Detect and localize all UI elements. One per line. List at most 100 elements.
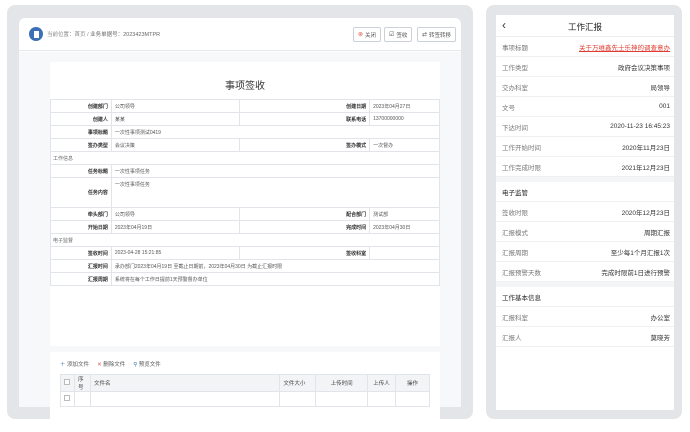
sign-button[interactable]: ☑ 签收 (384, 27, 413, 42)
row-key: 签收时限 (502, 209, 528, 217)
detail-row: 汇报科室 办公室 (496, 307, 674, 327)
detail-row: 工作类型 政府会议决策事项 (496, 57, 674, 77)
sign-mode-field[interactable]: 一次督办 (369, 138, 440, 152)
transfer-icon: ⇄ (422, 32, 428, 38)
section-work-info: 工作信息 (50, 151, 440, 165)
row-checkbox[interactable] (64, 395, 70, 401)
row-key: 汇报预警天数 (502, 269, 541, 277)
check-box-icon: ☑ (389, 32, 395, 38)
row-value: 至少每1个月汇报1次 (610, 249, 670, 257)
field-label: 创建部门 (50, 99, 112, 113)
attachment-table: 序号 文件名 文件大小 上传时间 上传人 操作 (60, 374, 430, 407)
row-key: 汇报科室 (502, 314, 528, 322)
form-paper: 事项签收 创建部门 公司领导 创建日期 2023年04月27日 创建人 某某 联… (50, 62, 441, 346)
sign-dept-field[interactable] (369, 246, 440, 260)
breadcrumb: 当前位置：首页 / 业务单据号：2023423MTPR (47, 32, 161, 38)
close-button[interactable]: ⊗ 关闭 (353, 27, 382, 42)
close-circle-icon: ⊗ (358, 32, 364, 38)
preview-file-button[interactable]: ⚲ 预览文件 (133, 360, 161, 368)
detail-row: 签收时限 2020年12月23日 (496, 202, 674, 222)
task-content-field[interactable]: 一次性事项任务 (110, 177, 441, 208)
add-file-button[interactable]: ＋ 添加文件 (60, 360, 89, 368)
row-key: 工作完成时限 (502, 164, 541, 172)
coop-dept-field[interactable]: 测试部 (369, 207, 440, 221)
row-link[interactable]: 关于万维鑫先士乐神的调查意办 (579, 42, 670, 52)
detail-row: 下达时间 2020-11-23 16:45:23 (496, 117, 674, 137)
transfer-button[interactable]: ⇄ 转签转移 (417, 27, 457, 42)
detail-list: 事项标题 关于万维鑫先士乐神的调查意办 工作类型 政府会议决策事项 交办科室 局领导 文号 0… (496, 37, 674, 177)
task-title-field[interactable]: 一次性事项任务 (110, 164, 441, 178)
field-label: 汇报周期 (50, 272, 112, 286)
col-header: 上传人 (367, 374, 397, 392)
field-label: 牵头部门 (50, 207, 112, 221)
row-key: 工作开始时间 (502, 144, 541, 152)
field-label: 任务标题 (50, 164, 112, 178)
col-header: 文件名 (89, 374, 281, 392)
delete-file-button[interactable]: ✕ 删除文件 (97, 360, 125, 368)
select-all-checkbox[interactable] (64, 379, 70, 385)
field-label: 签收科室 (239, 246, 371, 260)
document-icon (29, 27, 43, 41)
field-label: 签收时间 (50, 246, 112, 260)
section-e-supervision: 电子监管 (496, 182, 674, 202)
row-key: 下达时间 (502, 124, 528, 132)
row-key: 交办科室 (502, 84, 528, 92)
preview-icon: ⚲ (133, 362, 138, 368)
row-value: 2020年12月23日 (621, 209, 670, 217)
table-header-row: 序号 文件名 文件大小 上传时间 上传人 操作 (60, 374, 430, 392)
field-label: 任务内容 (50, 177, 112, 208)
basic-info-list: 汇报科室 办公室汇报人 莫晓芳 (496, 307, 674, 347)
item-title-field[interactable]: 一次性事项测试0419 (110, 125, 441, 139)
detail-row: 汇报周期 至少每1个月汇报1次 (496, 242, 674, 262)
row-value: 001 (659, 103, 670, 110)
detail-row: 文号 001 (496, 97, 674, 117)
field-label: 创建人 (50, 112, 112, 126)
report-time-field[interactable]: 承办部门2023年04月19日 至截止日期前，2023年04月30日 为截止汇报… (110, 259, 441, 273)
row-key: 工作类型 (502, 64, 528, 72)
col-header: 文件大小 (279, 374, 317, 392)
row-value: 2021年12月23日 (621, 164, 670, 172)
detail-row: 汇报预警天数 完成时限前1日进行预警 (496, 262, 674, 282)
field-label: 创建日期 (239, 99, 371, 113)
phone-field[interactable]: 13700000000 (369, 112, 440, 126)
page-title: 工作汇报 (567, 22, 602, 32)
row-value: 办公室 (650, 314, 671, 322)
end-date-field[interactable]: 2023年04月30日 (369, 220, 440, 234)
row-value: 政府会议决策事项 (618, 64, 670, 72)
detail-row: 事项标题 关于万维鑫先士乐神的调查意办 (496, 37, 674, 57)
delete-x-icon: ✕ (97, 362, 102, 368)
field-label: 配合部门 (239, 207, 371, 221)
field-label: 完成时间 (239, 220, 371, 234)
detail-row: 汇报模式 周期汇报 (496, 222, 674, 242)
lead-dept-field[interactable]: 公司领导 (110, 207, 241, 221)
section-basic-info: 工作基本信息 (496, 287, 674, 307)
col-header: 序号 (73, 374, 91, 392)
mobile-screen: ‹ 工作汇报 事项标题 关于万维鑫先士乐神的调查意办工作类型 政府会议决策事项交办科… (496, 15, 674, 410)
row-key: 事项标题 (502, 44, 528, 52)
form-table: 创建部门 公司领导 创建日期 2023年04月27日 创建人 某某 联系电话 1… (50, 99, 441, 286)
create-date-field[interactable]: 2023年04月27日 (369, 99, 440, 113)
start-date-field[interactable]: 2023年04月19日 (110, 220, 241, 234)
plus-icon: ＋ (60, 362, 66, 368)
row-key: 文号 (502, 104, 515, 112)
breadcrumb-home[interactable]: 首页 (75, 32, 86, 38)
detail-row: 汇报人 莫晓芳 (496, 327, 674, 347)
attachment-panel: ＋ 添加文件 ✕ 删除文件 ⚲ 预览文件 序号 文件名 文件大小 上传时间 上传… (50, 352, 440, 432)
field-label: 签办模式 (239, 138, 371, 152)
creator-field[interactable]: 某某 (110, 112, 241, 126)
row-key: 汇报模式 (502, 229, 528, 237)
col-header: 上传时间 (315, 374, 369, 392)
report-period-field[interactable]: 系统将在每个工作日提前1天预警督办单位 (110, 272, 441, 286)
field-label: 签办类型 (50, 138, 112, 152)
field-label: 汇报时间 (50, 259, 112, 273)
create-dept-field[interactable]: 公司领导 (110, 99, 241, 113)
sign-type-field[interactable]: 会议决策 (110, 138, 241, 152)
supervision-list: 签收时限 2020年12月23日 汇报模式 周期汇报 汇报周期 至少每1个月汇报1次 汇报预… (496, 202, 674, 282)
sign-time-field[interactable]: 2023-04-28 15:21:85 (110, 246, 241, 260)
form-title: 事项签收 (225, 81, 265, 92)
field-label: 事项标题 (50, 125, 112, 139)
mobile-header: ‹ 工作汇报 (496, 15, 674, 37)
col-header: 操作 (395, 374, 430, 392)
row-value: 2020年11月23日 (622, 144, 670, 152)
row-value: 完成时限前1日进行预警 (601, 269, 670, 277)
